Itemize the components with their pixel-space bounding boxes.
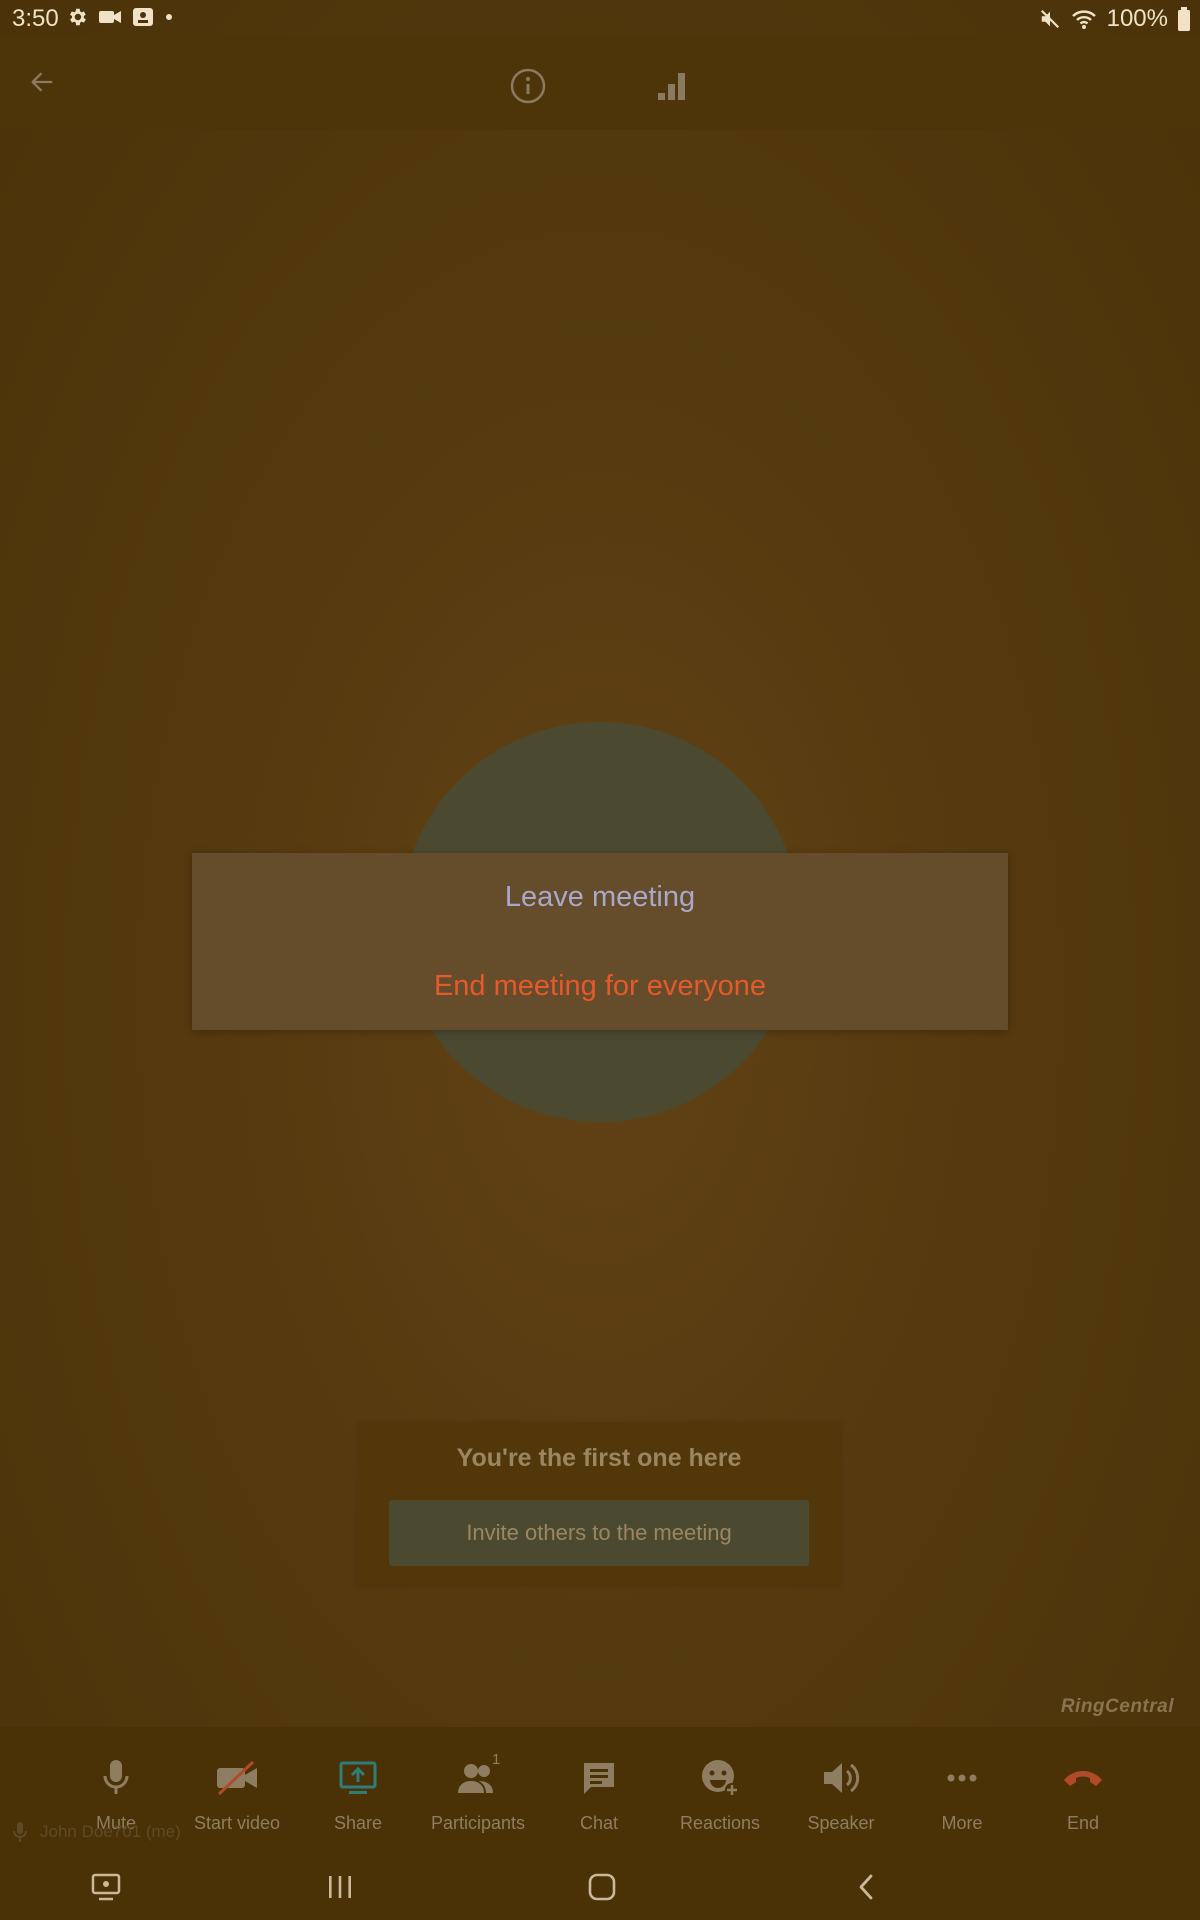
settings-gear-icon (70, 8, 86, 26)
brand-logo: RingCentral (1060, 1696, 1174, 1717)
info-icon (510, 68, 546, 104)
more-dots-icon (947, 1774, 977, 1782)
meeting-screen: 3:50 100% Leave meeting End meeting for (0, 0, 1200, 1920)
participants-count: 1 (492, 1751, 501, 1768)
recent-apps-button[interactable] (322, 1869, 358, 1905)
screen-record-icon (133, 8, 153, 26)
invite-others-button[interactable]: Invite others to the meeting (389, 1500, 809, 1566)
leave-meeting-option[interactable]: Leave meeting (192, 853, 1008, 941)
battery-percent: 100% (1106, 5, 1168, 32)
microphone-icon (103, 1760, 129, 1794)
self-name-tag: John Doe701 (me) (12, 1821, 181, 1843)
end-call-phone-icon (1064, 1771, 1102, 1786)
dot-icon (166, 14, 172, 20)
home-button[interactable] (584, 1869, 620, 1905)
status-system-icons: 100% (1039, 5, 1190, 33)
recent-apps-icon (329, 1876, 351, 1898)
more-label: More (941, 1813, 983, 1833)
meeting-top-bar (0, 36, 1200, 130)
chat-bubble-icon (584, 1763, 614, 1794)
system-navigation-bar (0, 1855, 1200, 1920)
video-camera-icon (99, 11, 121, 23)
system-back-button[interactable] (848, 1869, 884, 1905)
battery-icon (1178, 7, 1190, 31)
end-meeting-for-everyone-option[interactable]: End meeting for everyone (192, 942, 1008, 1030)
wifi-icon (1071, 10, 1096, 29)
screenshot-toolbar-button[interactable] (88, 1869, 124, 1905)
end-call-button[interactable]: End (1023, 1757, 1143, 1834)
status-notification-icons (66, 6, 174, 28)
screenshot-tool-icon (91, 1873, 121, 1901)
reactions-label: Reactions (679, 1813, 761, 1833)
back-chevron-icon (859, 1874, 873, 1900)
reactions-smiley-icon (702, 1760, 739, 1797)
leave-meeting-menu: Leave meeting End meeting for everyone (192, 853, 1008, 1030)
connection-quality-button[interactable] (650, 64, 694, 108)
start-video-button[interactable]: Start video (177, 1757, 297, 1834)
share-screen-icon (339, 1761, 377, 1794)
back-button[interactable] (22, 62, 62, 102)
speaker-button[interactable]: Speaker (781, 1757, 901, 1834)
status-time: 3:50 (12, 5, 59, 32)
share-button[interactable]: Share (298, 1757, 418, 1834)
chat-button[interactable]: Chat (539, 1757, 659, 1834)
participants-label: Participants (430, 1813, 526, 1833)
first-here-card: You're the first one here Invite others … (358, 1422, 840, 1584)
end-label: End (1066, 1813, 1100, 1833)
self-name-label: John Doe701 (me) (40, 1822, 181, 1841)
participants-button[interactable]: 1 Participants (418, 1751, 538, 1834)
status-bar: 3:50 100% (0, 0, 1200, 36)
chat-label: Chat (579, 1813, 619, 1833)
speaker-volume-icon (824, 1763, 860, 1793)
self-mic-icon (13, 1822, 27, 1842)
more-button[interactable]: More (902, 1757, 1022, 1834)
home-icon (588, 1873, 616, 1901)
first-here-title: You're the first one here (456, 1444, 742, 1472)
meeting-info-button[interactable] (506, 64, 550, 108)
speaker-label: Speaker (807, 1813, 875, 1833)
signal-bars-icon (658, 73, 685, 100)
reactions-button[interactable]: Reactions (660, 1757, 780, 1834)
back-arrow-icon (31, 72, 53, 92)
start-video-label: Start video (193, 1813, 281, 1833)
video-off-icon (217, 1760, 257, 1796)
share-label: Share (333, 1813, 383, 1833)
mute-volume-icon (1040, 9, 1059, 29)
